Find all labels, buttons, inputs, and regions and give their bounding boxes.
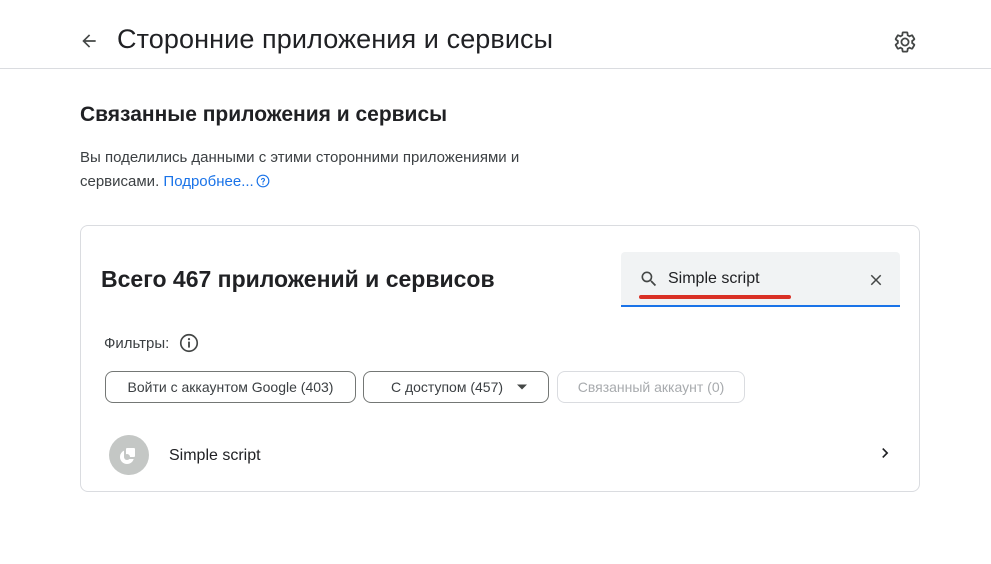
info-icon[interactable] bbox=[178, 332, 200, 354]
help-circle-icon[interactable] bbox=[256, 174, 270, 188]
dropdown-arrow-icon bbox=[517, 384, 528, 390]
search-box[interactable] bbox=[621, 252, 900, 307]
gear-icon bbox=[894, 31, 916, 53]
search-icon bbox=[641, 271, 657, 287]
close-icon bbox=[870, 274, 882, 286]
section-title: Связанные приложения и сервисы bbox=[80, 103, 448, 126]
search-input[interactable] bbox=[668, 268, 848, 290]
filter-chip-access[interactable]: С доступом (457) bbox=[363, 371, 549, 403]
filters-label: Фильтры: bbox=[104, 334, 170, 352]
filters-row: Фильтры: bbox=[104, 332, 200, 354]
chevron-right-icon bbox=[882, 448, 889, 458]
filter-chip-linked-account: Связанный аккаунт (0) bbox=[557, 371, 745, 403]
page-title: Сторонние приложения и сервисы bbox=[117, 24, 554, 54]
back-button[interactable] bbox=[76, 28, 102, 54]
clear-search-button[interactable] bbox=[864, 268, 888, 292]
back-arrow-icon bbox=[82, 34, 96, 48]
app-logo-icon bbox=[120, 446, 137, 464]
filter-chip-access-label: С доступом (457) bbox=[390, 379, 504, 395]
page-header: Сторонние приложения и сервисы bbox=[0, 0, 991, 69]
apps-count-title: Всего 467 приложений и сервисов bbox=[101, 266, 495, 292]
description-text: Вы поделились данными с этими сторонними… bbox=[80, 149, 520, 190]
learn-more-link[interactable]: Подробнее... bbox=[163, 173, 253, 190]
red-annotation-underline bbox=[639, 295, 791, 299]
filter-chip-google-signin[interactable]: Войти с аккаунтом Google (403) bbox=[105, 371, 356, 403]
app-avatar bbox=[109, 435, 149, 475]
section-description: Вы поделились данными с этими сторонними… bbox=[80, 146, 580, 194]
app-name: Simple script bbox=[169, 447, 261, 464]
settings-button[interactable] bbox=[891, 28, 919, 56]
app-list-item[interactable]: Simple script bbox=[81, 426, 919, 486]
apps-card: Всего 467 приложений и сервисов Фильтры:… bbox=[80, 225, 920, 492]
